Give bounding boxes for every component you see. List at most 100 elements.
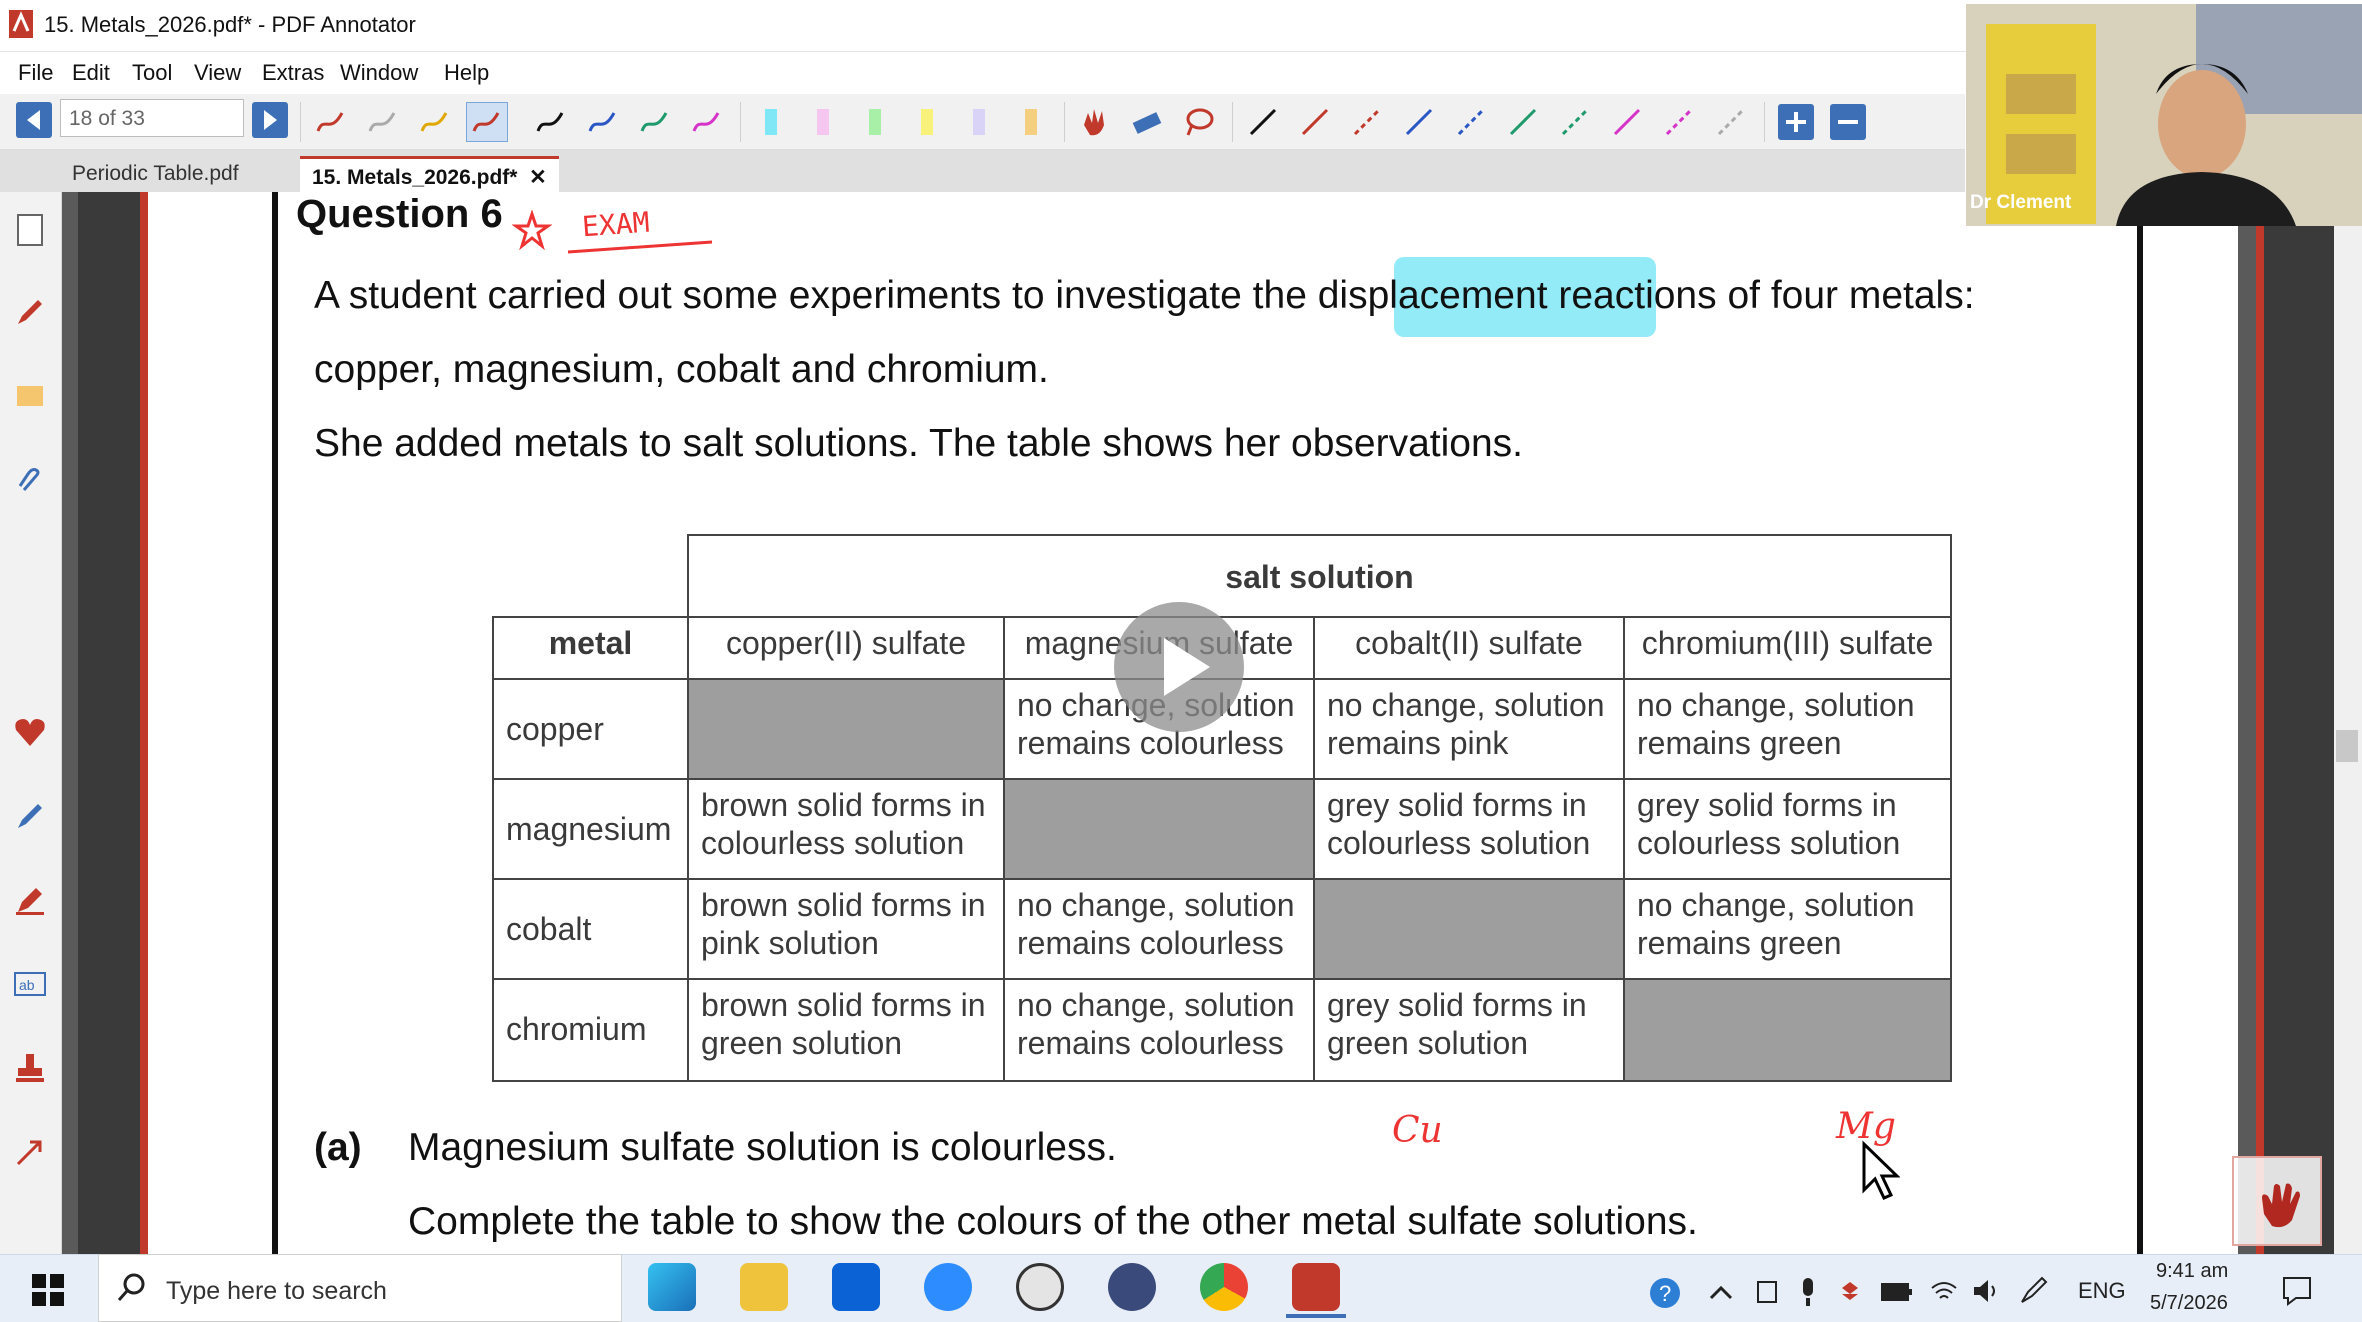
menu-view[interactable]: View [194, 60, 241, 86]
page-edge-right [2256, 192, 2264, 1254]
table-col-header: cobalt(II) sulfate [1313, 616, 1625, 680]
table-cell-empty [1313, 878, 1625, 980]
dropbox-icon[interactable] [832, 1263, 880, 1311]
arrow-icon[interactable] [10, 1132, 50, 1172]
exam-underline-annotation [567, 240, 713, 254]
pen-green-tool[interactable] [634, 102, 676, 142]
highlighter-pink-tool[interactable] [802, 102, 844, 142]
zoom-out-button[interactable] [1830, 104, 1866, 140]
blank-page-icon[interactable] [10, 210, 50, 250]
speaker-icon[interactable] [1970, 1276, 2002, 1306]
clock-time[interactable]: 9:41 am [2156, 1260, 2228, 1283]
line-grey-dashed-tool[interactable] [1710, 102, 1752, 142]
windows-start-icon[interactable] [30, 1272, 66, 1308]
edge-app-icon[interactable] [648, 1263, 696, 1311]
search-placeholder: Type here to search [166, 1277, 387, 1305]
left-sidebar: ab [0, 192, 62, 1254]
table-cell: brown solid forms in colourless solution [687, 778, 1005, 880]
tab-metals[interactable]: 15. Metals_2026.pdf* ✕ [300, 156, 559, 192]
next-page-button[interactable] [252, 102, 288, 138]
highlighter-yellow-tool[interactable] [906, 102, 948, 142]
chevron-up-icon[interactable] [1708, 1280, 1734, 1306]
line-magenta-dashed-tool[interactable] [1658, 102, 1700, 142]
intro-before: A student carried out some experiments t… [314, 274, 1307, 317]
highlighter-orange-tool[interactable] [1010, 102, 1052, 142]
line-green-tool[interactable] [1502, 102, 1544, 142]
pen-red-thin-tool[interactable] [310, 102, 352, 142]
lasso-tool[interactable] [1178, 102, 1220, 142]
page-number-field[interactable]: 18 of 33 [60, 99, 244, 137]
clock-app-icon[interactable] [1016, 1263, 1064, 1311]
menu-help[interactable]: Help [444, 60, 489, 86]
part-label: (a) [314, 1126, 362, 1169]
pen-stroke-icon [640, 112, 668, 132]
pen-blue-icon[interactable] [10, 796, 50, 836]
favorites-heart-icon[interactable] [10, 712, 50, 752]
text-box-icon[interactable]: ab [10, 964, 50, 1004]
highlighter-cyan-tool[interactable] [750, 102, 792, 142]
language-indicator[interactable]: ENG [2078, 1278, 2126, 1304]
scrollbar-thumb[interactable] [2336, 730, 2358, 762]
eraser-tool[interactable] [1126, 102, 1168, 142]
highlighter-lavender-tool[interactable] [958, 102, 1000, 142]
pdf-annotator-taskbar-icon[interactable] [1292, 1263, 1340, 1311]
table-group-header: salt solution [687, 534, 1952, 618]
table-row-metal: magnesium [492, 778, 689, 880]
microphone-icon[interactable] [1796, 1276, 1820, 1308]
vertical-scrollbar[interactable] [2334, 192, 2362, 1254]
minus-icon [1838, 120, 1858, 124]
file-explorer-icon[interactable] [740, 1263, 788, 1311]
chrome-app-icon[interactable] [1200, 1263, 1248, 1311]
pen-icon[interactable] [10, 292, 50, 332]
pen-magenta-tool[interactable] [686, 102, 728, 142]
pen-blue-tool[interactable] [582, 102, 624, 142]
battery-icon[interactable] [1880, 1280, 1914, 1304]
hand-icon [2262, 1183, 2300, 1228]
pen-black-tool[interactable] [530, 102, 572, 142]
note-icon[interactable] [10, 376, 50, 416]
menu-tool[interactable]: Tool [132, 60, 172, 86]
compass-app-icon[interactable] [1108, 1263, 1156, 1311]
line-black-tool[interactable] [1242, 102, 1284, 142]
dropbox-tray-icon[interactable] [1834, 1276, 1866, 1306]
wifi-icon[interactable] [1928, 1276, 1960, 1306]
marker-icon[interactable] [10, 880, 50, 920]
stamp-icon[interactable] [10, 1048, 50, 1088]
paperclip-icon[interactable] [10, 462, 50, 502]
window-title: 15. Metals_2026.pdf* - PDF Annotator [44, 12, 416, 37]
help-icon[interactable]: ? [1648, 1276, 1682, 1310]
dashed-line-icon [1353, 108, 1381, 136]
tab-periodic-table[interactable]: Periodic Table.pdf [60, 156, 251, 192]
previous-page-button[interactable] [16, 102, 52, 138]
close-tab-icon[interactable]: ✕ [529, 166, 547, 189]
table-col-header: copper(II) sulfate [687, 616, 1005, 680]
zoom-in-button[interactable] [1778, 104, 1814, 140]
app-icon [9, 10, 33, 38]
pen-red-tool-selected[interactable] [466, 102, 508, 142]
pen-stroke-icon [420, 112, 448, 132]
highlighter-green-tool[interactable] [854, 102, 896, 142]
hand-tool[interactable] [1074, 102, 1116, 142]
clock-date[interactable]: 5/7/2026 [2150, 1292, 2228, 1315]
highlighter-icon [973, 109, 985, 135]
pen-grey-tool[interactable] [362, 102, 404, 142]
menu-file[interactable]: File [18, 60, 53, 86]
table-cell: brown solid forms in pink solution [687, 878, 1005, 980]
menu-extras[interactable]: Extras [262, 60, 324, 86]
menu-window[interactable]: Window [340, 60, 418, 86]
line-magenta-tool[interactable] [1606, 102, 1648, 142]
notifications-icon[interactable] [2280, 1274, 2314, 1308]
pen-yellow-tool[interactable] [414, 102, 456, 142]
line-red-dashed-tool[interactable] [1346, 102, 1388, 142]
table-row-metal: copper [492, 678, 689, 780]
zoom-app-icon[interactable] [924, 1263, 972, 1311]
raise-hand-button[interactable] [2232, 1156, 2322, 1246]
line-blue-tool[interactable] [1398, 102, 1440, 142]
line-red-tool[interactable] [1294, 102, 1336, 142]
pen-tray-icon[interactable] [2018, 1276, 2050, 1306]
play-button[interactable] [1114, 602, 1244, 732]
line-blue-dashed-tool[interactable] [1450, 102, 1492, 142]
line-green-dashed-tool[interactable] [1554, 102, 1596, 142]
menu-edit[interactable]: Edit [72, 60, 110, 86]
tablet-icon[interactable] [1754, 1278, 1780, 1306]
